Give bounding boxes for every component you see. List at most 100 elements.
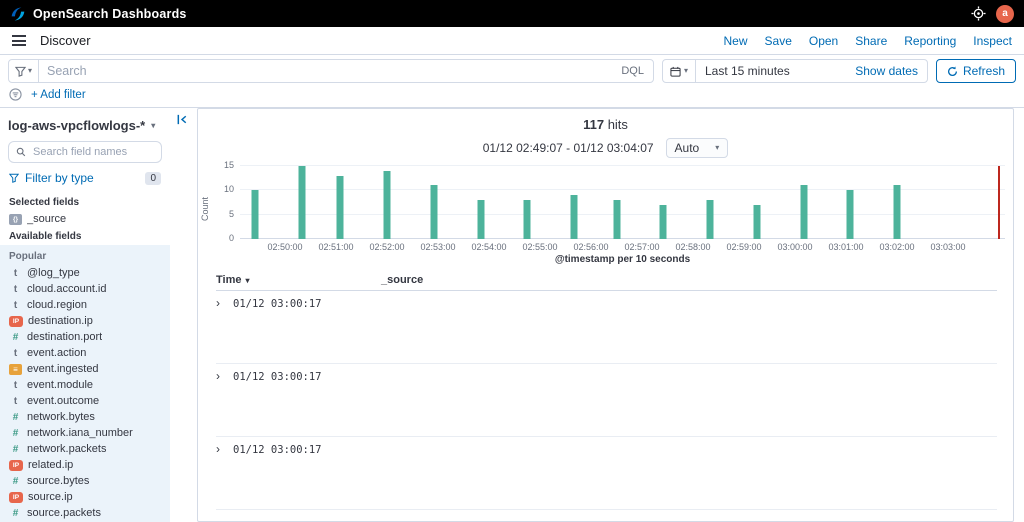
histogram-bar[interactable] bbox=[477, 200, 485, 239]
time-column-header[interactable]: Time ▾ bbox=[216, 274, 381, 286]
chevron-down-icon: ▾ bbox=[28, 66, 33, 75]
x-tick-label: 02:58:00 bbox=[675, 242, 711, 252]
field-item-network.bytes[interactable]: # network.bytes bbox=[0, 409, 170, 425]
show-dates-button[interactable]: Show dates bbox=[855, 64, 927, 78]
filter-by-type-label: Filter by type bbox=[25, 171, 94, 185]
field-item-source.bytes[interactable]: # source.bytes bbox=[0, 473, 170, 489]
refresh-button[interactable]: Refresh bbox=[935, 59, 1016, 83]
nav-action-inspect[interactable]: Inspect bbox=[973, 34, 1012, 48]
popular-fields-block: Popular t @log_type t cloud.account.id t clou… bbox=[0, 245, 170, 522]
x-tick-label: 03:01:00 bbox=[828, 242, 864, 252]
time-range-value[interactable]: Last 15 minutes bbox=[696, 64, 855, 78]
field-item-network.iana_number[interactable]: # network.iana_number bbox=[0, 425, 170, 441]
field-item-event.outcome[interactable]: t event.outcome bbox=[0, 393, 170, 409]
field-item-related.ip[interactable]: IP related.ip bbox=[0, 457, 170, 473]
histogram-bar[interactable] bbox=[659, 204, 667, 239]
chart-header: 01/12 02:49:07 - 01/12 03:04:07 Auto ▾ bbox=[198, 138, 1013, 158]
y-tick-label: 10 bbox=[223, 184, 234, 195]
field-item-event.ingested[interactable]: ≡ event.ingested bbox=[0, 361, 170, 377]
number-type-icon: # bbox=[12, 443, 19, 455]
y-tick-label: 0 bbox=[228, 233, 234, 243]
field-name: event.action bbox=[27, 347, 87, 359]
histogram-bar[interactable] bbox=[706, 200, 714, 239]
user-avatar[interactable]: a bbox=[996, 4, 1014, 23]
selected-fields-label: Selected fields bbox=[9, 197, 80, 208]
histogram-bar[interactable] bbox=[893, 185, 901, 239]
expand-row-icon[interactable]: › bbox=[216, 370, 233, 436]
number-type-icon: # bbox=[12, 427, 19, 439]
opensearch-logo-icon[interactable] bbox=[10, 6, 26, 22]
field-name: event.module bbox=[27, 379, 94, 391]
date-picker-button[interactable]: ▾ bbox=[663, 60, 696, 82]
saved-queries-button[interactable]: ▾ bbox=[9, 60, 40, 82]
histogram-bar[interactable] bbox=[570, 195, 578, 239]
field-item-event.module[interactable]: t event.module bbox=[0, 377, 170, 393]
plot-area[interactable] bbox=[240, 165, 1005, 239]
field-search-input[interactable] bbox=[31, 145, 154, 159]
nav-action-open[interactable]: Open bbox=[809, 34, 838, 48]
gridline bbox=[240, 189, 1005, 191]
field-name: network.bytes bbox=[27, 411, 95, 423]
settings-icon[interactable] bbox=[971, 6, 986, 21]
popular-fields-list: t @log_type t cloud.account.id t cloud.region… bbox=[0, 265, 170, 522]
field-item-network.packets[interactable]: # network.packets bbox=[0, 441, 170, 457]
menu-icon[interactable] bbox=[12, 35, 26, 46]
sidebar-gutter bbox=[170, 108, 197, 522]
hits-value: 117 bbox=[583, 117, 605, 132]
interval-select[interactable]: Auto ▾ bbox=[665, 138, 729, 158]
x-tick-label: 02:50:00 bbox=[267, 242, 303, 252]
histogram-bar[interactable] bbox=[846, 190, 854, 239]
field-item-cloud.region[interactable]: t cloud.region bbox=[0, 297, 170, 313]
histogram-bar[interactable] bbox=[298, 166, 306, 239]
global-filter-icon[interactable] bbox=[9, 88, 22, 101]
nav-action-new[interactable]: New bbox=[724, 34, 748, 48]
number-type-icon: # bbox=[12, 475, 19, 487]
expand-row-icon[interactable]: › bbox=[216, 297, 233, 363]
filter-count-badge: 0 bbox=[145, 171, 161, 185]
histogram-bar[interactable] bbox=[523, 200, 531, 239]
histogram-bar[interactable] bbox=[753, 204, 761, 239]
table-row: › 01/12 03:00:17 bbox=[216, 437, 997, 510]
filter-funnel-icon bbox=[15, 66, 26, 77]
search-input[interactable] bbox=[39, 64, 613, 78]
nav-action-reporting[interactable]: Reporting bbox=[904, 34, 956, 48]
ip-type-icon: IP bbox=[9, 491, 23, 503]
row-time: 01/12 03:00:17 bbox=[233, 371, 322, 383]
field-item-cloud.account.id[interactable]: t cloud.account.id bbox=[0, 281, 170, 297]
filter-bar: + Add filter bbox=[0, 87, 1024, 108]
chevron-down-icon: ▾ bbox=[715, 143, 720, 152]
field-item-destination.ip[interactable]: IP destination.ip bbox=[0, 313, 170, 329]
string-type-icon: t bbox=[13, 347, 18, 359]
filter-funnel-icon bbox=[9, 173, 19, 183]
add-filter-button[interactable]: + Add filter bbox=[31, 89, 86, 101]
nav-action-save[interactable]: Save bbox=[765, 34, 792, 48]
date-picker-group: ▾ Last 15 minutes Show dates bbox=[661, 59, 928, 83]
histogram-bar[interactable] bbox=[336, 175, 344, 239]
field-item-destination.port[interactable]: # destination.port bbox=[0, 329, 170, 345]
nav-action-share[interactable]: Share bbox=[855, 34, 887, 48]
histogram-bar[interactable] bbox=[800, 185, 808, 239]
ip-type-icon: IP bbox=[9, 459, 23, 471]
histogram-bar[interactable] bbox=[251, 190, 259, 239]
search-group: ▾ DQL bbox=[8, 59, 654, 83]
histogram-bar[interactable] bbox=[430, 185, 438, 239]
row-time: 01/12 03:00:17 bbox=[233, 298, 322, 310]
field-item-event.action[interactable]: t event.action bbox=[0, 345, 170, 361]
field-item-_source[interactable]: {} _source bbox=[0, 211, 170, 227]
collapse-sidebar-icon[interactable] bbox=[176, 113, 189, 126]
field-item-@log_type[interactable]: t @log_type bbox=[0, 265, 170, 281]
filter-by-type-button[interactable]: Filter by type 0 bbox=[0, 171, 170, 193]
field-name: source.packets bbox=[27, 507, 101, 519]
date-type-icon: ≡ bbox=[9, 363, 22, 375]
discover-panel: 117 hits 01/12 02:49:07 - 01/12 03:04:07… bbox=[197, 108, 1014, 522]
histogram-bar[interactable] bbox=[383, 170, 391, 239]
x-tick-label: 03:02:00 bbox=[879, 242, 915, 252]
field-name: _source bbox=[27, 213, 67, 225]
expand-row-icon[interactable]: › bbox=[216, 443, 233, 509]
refresh-button-label: Refresh bbox=[962, 64, 1005, 78]
string-type-icon: t bbox=[13, 379, 18, 391]
histogram-bar[interactable] bbox=[613, 200, 621, 239]
query-language-button[interactable]: DQL bbox=[612, 65, 653, 77]
index-pattern-selector[interactable]: log-aws-vpcflowlogs-* ▾ bbox=[0, 108, 170, 139]
field-item-source.ip[interactable]: IP source.ip bbox=[0, 489, 170, 505]
